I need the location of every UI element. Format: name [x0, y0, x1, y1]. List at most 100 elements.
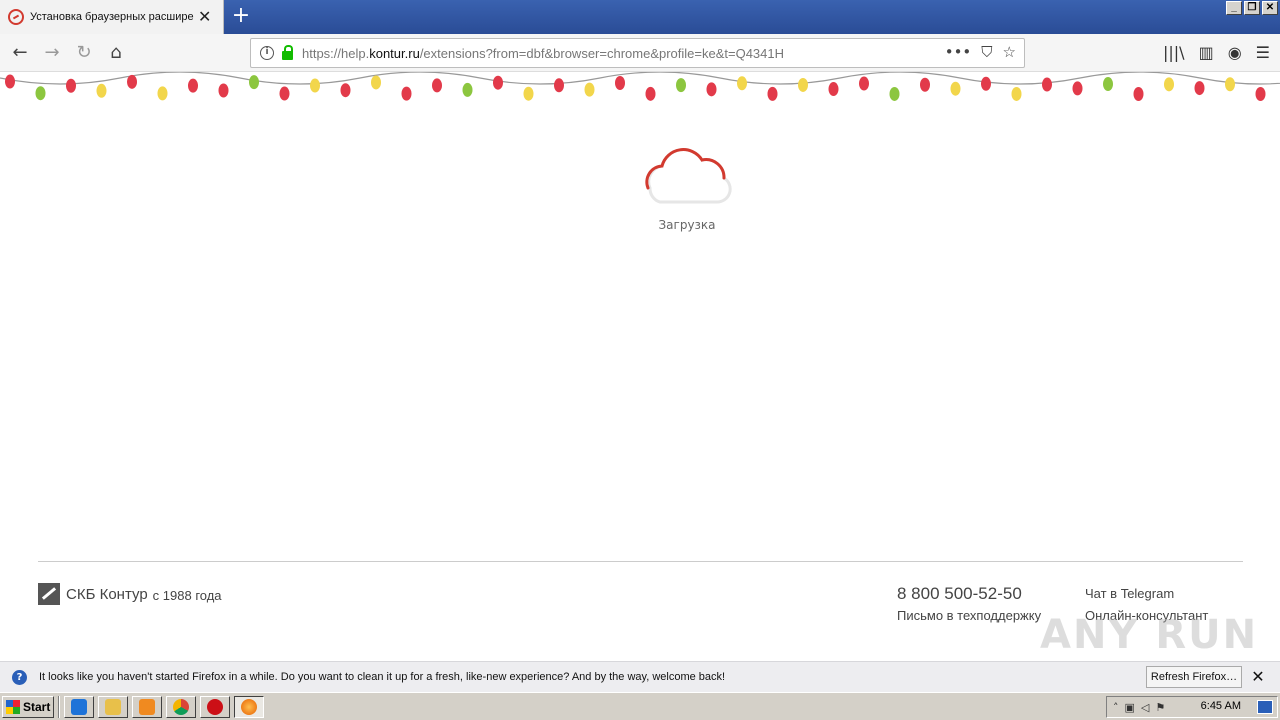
phone-number[interactable]: 8 800 500-52-50: [897, 584, 1022, 604]
garland-bulb: [1011, 86, 1022, 101]
garland-bulb: [35, 86, 46, 101]
chrome-icon: [173, 699, 189, 715]
clock[interactable]: 6:45 AM: [1201, 700, 1241, 712]
media-icon: [139, 699, 155, 715]
garland-bulb: [615, 76, 625, 90]
taskbar-chrome[interactable]: [166, 696, 196, 718]
tab-close-icon[interactable]: ✕: [198, 9, 211, 25]
telegram-chat-link[interactable]: Чат в Telegram: [1085, 586, 1174, 601]
tab-active[interactable]: Установка браузерных расшире ✕: [0, 0, 224, 34]
site-info-icon[interactable]: i: [260, 46, 274, 60]
folder-icon: [105, 699, 121, 715]
brand: СКБ Контур с 1988 года: [38, 583, 222, 605]
support-email-link[interactable]: Письмо в техподдержку: [897, 608, 1041, 623]
url-text[interactable]: https://help.kontur.ru/extensions?from=d…: [302, 46, 784, 61]
garland-bulb: [920, 77, 930, 92]
garland-bulb: [767, 86, 778, 101]
window-controls: _ ❐ ✕: [1226, 1, 1278, 15]
garland-bulb: [828, 82, 839, 97]
taskbar-media[interactable]: [132, 696, 162, 718]
garland-bulb: [737, 76, 747, 91]
garland-bulb: [798, 77, 808, 92]
system-tray: ˄ ▣ ◁ ⚑ 6:45 AM: [1106, 696, 1278, 718]
network-icon[interactable]: ▣: [1125, 701, 1135, 714]
question-icon: ?: [12, 669, 27, 685]
garland-bulb: [279, 86, 290, 101]
browser-window: Установка браузерных расшире ✕ + _ ❐ ✕ ←…: [0, 0, 1280, 720]
page-actions-icon[interactable]: •••: [945, 43, 972, 61]
garland-bulb: [523, 86, 534, 101]
windows-flag-icon: [6, 700, 20, 714]
flag-icon[interactable]: ⚑: [1155, 701, 1165, 714]
toolbar-right: |||\ ▥ ◉ ☰: [1163, 43, 1270, 62]
garland-bulb: [401, 86, 412, 101]
start-label: Start: [23, 700, 51, 714]
tab-title: Установка браузерных расшире: [30, 11, 194, 23]
brand-name[interactable]: СКБ Контур: [66, 586, 148, 603]
kontur-logo-icon: [38, 583, 60, 605]
christmas-lights-garland: [0, 72, 1280, 101]
garland-bulb: [127, 74, 137, 89]
show-desktop-icon[interactable]: [1257, 700, 1273, 714]
garland-bulb: [1072, 81, 1083, 96]
firefox-icon: [241, 699, 257, 715]
pocket-icon[interactable]: ⛉: [981, 43, 992, 61]
minimize-button[interactable]: _: [1226, 1, 1242, 15]
refresh-notification-bar: ? It looks like you haven't started Fire…: [0, 661, 1280, 692]
garland-bulb: [554, 78, 564, 93]
notification-text: It looks like you haven't started Firefo…: [39, 671, 726, 683]
kontur-favicon-icon: [8, 9, 24, 25]
menu-icon[interactable]: ☰: [1256, 43, 1270, 62]
garland-bulb: [889, 86, 900, 101]
garland-bulb: [645, 86, 656, 101]
footer-divider: [38, 561, 1243, 562]
garland-bulb: [5, 74, 15, 89]
garland-bulb: [950, 81, 961, 96]
notification-close-icon[interactable]: ✕: [1250, 668, 1266, 686]
tray-expand-icon[interactable]: ˄: [1113, 701, 1119, 714]
taskbar-separator: [58, 696, 60, 718]
garland-bulb: [859, 76, 869, 91]
library-icon[interactable]: |||\: [1163, 43, 1185, 62]
garland-bulb: [493, 75, 503, 90]
volume-icon[interactable]: ◁: [1141, 701, 1149, 714]
garland-bulb: [218, 83, 229, 98]
forward-button[interactable]: →: [38, 40, 66, 66]
garland-bulb: [676, 78, 686, 93]
garland-bulb: [1103, 77, 1113, 92]
url-actions: ••• ⛉ ☆: [945, 43, 1016, 61]
garland-bulb: [371, 75, 381, 90]
garland-bulb: [66, 78, 76, 93]
home-button[interactable]: ⌂: [102, 40, 130, 66]
opera-icon: [207, 699, 223, 715]
garland-bulb: [1255, 86, 1266, 101]
start-button[interactable]: Start: [2, 696, 54, 718]
garland-bulb: [96, 83, 107, 98]
garland-bulb: [462, 82, 473, 97]
reload-button[interactable]: ↻: [70, 40, 98, 66]
garland-bulb: [1133, 86, 1144, 101]
taskbar: Start ˄ ▣ ◁ ⚑ 6:45 AM: [0, 692, 1280, 720]
garland-bulb: [1164, 77, 1174, 92]
garland-bulb: [584, 82, 595, 97]
garland-bulb: [981, 76, 991, 91]
garland-bulb: [706, 82, 717, 97]
garland-bulb: [310, 78, 320, 93]
taskbar-opera[interactable]: [200, 696, 230, 718]
taskbar-ie[interactable]: [64, 696, 94, 718]
tab-bar: Установка браузерных расшире ✕ + _ ❐ ✕: [0, 0, 1280, 34]
url-bar[interactable]: i https://help.kontur.ru/extensions?from…: [250, 38, 1025, 68]
new-tab-button[interactable]: +: [230, 3, 252, 29]
lock-icon[interactable]: [282, 44, 293, 60]
garland-bulb: [432, 78, 442, 93]
taskbar-explorer[interactable]: [98, 696, 128, 718]
account-icon[interactable]: ◉: [1228, 43, 1242, 62]
ie-icon: [71, 699, 87, 715]
bookmark-star-icon[interactable]: ☆: [1003, 43, 1016, 61]
taskbar-firefox[interactable]: [234, 696, 264, 718]
back-button[interactable]: ←: [6, 40, 34, 66]
refresh-firefox-button[interactable]: Refresh Firefox…: [1146, 666, 1242, 688]
restore-button[interactable]: ❐: [1244, 1, 1260, 15]
sidebar-icon[interactable]: ▥: [1199, 43, 1214, 62]
close-window-button[interactable]: ✕: [1262, 1, 1278, 15]
